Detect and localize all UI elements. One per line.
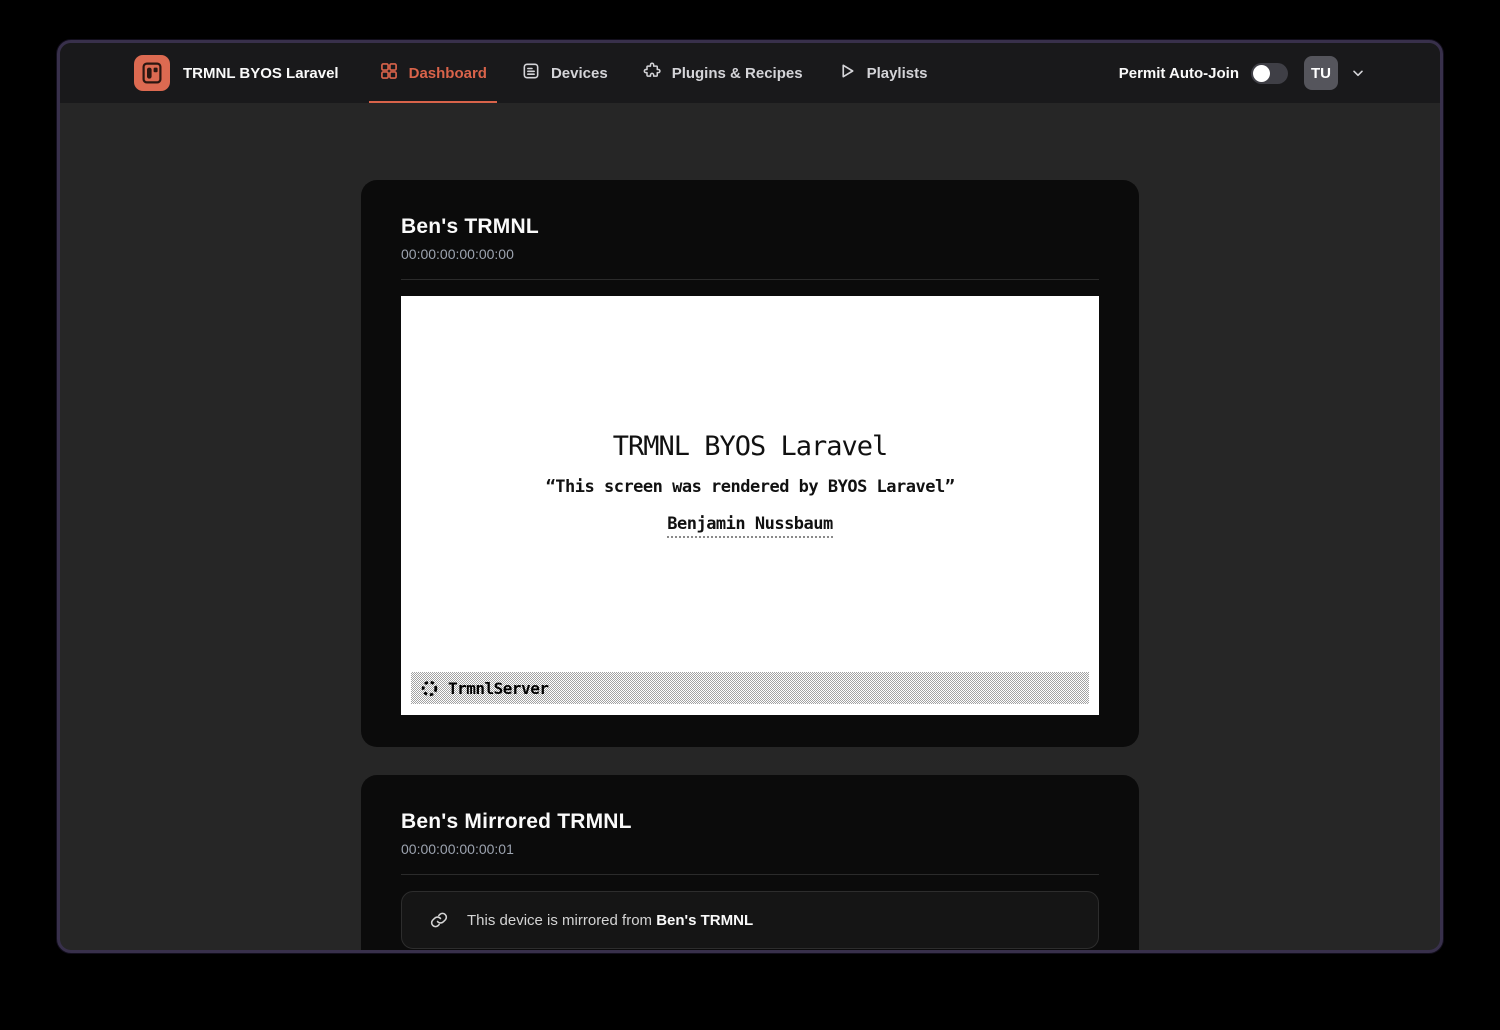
play-icon: [837, 61, 857, 85]
device-card-mirrored[interactable]: Ben's Mirrored TRMNL 00:00:00:00:00:01 T…: [361, 775, 1139, 953]
top-navbar: TRMNL BYOS Laravel Dashboard: [60, 43, 1440, 103]
device-mac-address: 00:00:00:00:00:00: [401, 246, 1099, 262]
permit-auto-join-toggle[interactable]: [1251, 63, 1288, 84]
brand-home-link[interactable]: TRMNL BYOS Laravel: [134, 55, 339, 91]
brand-title: TRMNL BYOS Laravel: [183, 65, 339, 82]
toggle-knob: [1253, 65, 1270, 82]
card-divider: [401, 279, 1099, 280]
chevron-down-icon[interactable]: [1350, 65, 1366, 81]
device-card[interactable]: Ben's TRMNL 00:00:00:00:00:00 TRMNL BYOS…: [361, 180, 1139, 747]
tab-plugins-recipes[interactable]: Plugins & Recipes: [632, 43, 813, 103]
navbar-right: Permit Auto-Join TU: [1119, 56, 1366, 90]
navbar-inner: TRMNL BYOS Laravel Dashboard: [110, 43, 1390, 103]
trmnl-logo-icon: [134, 55, 170, 91]
screen-author: Benjamin Nussbaum: [667, 514, 833, 538]
spinner-icon: [420, 679, 439, 698]
screen-content: TRMNL BYOS Laravel “This screen was rend…: [401, 296, 1099, 672]
tab-plugins-recipes-label: Plugins & Recipes: [672, 65, 803, 82]
mirror-note-box: This device is mirrored from Ben's TRMNL: [401, 891, 1099, 949]
tab-devices-label: Devices: [551, 65, 608, 82]
screen-status-bar: TrmnlServer: [411, 672, 1089, 704]
tab-playlists-label: Playlists: [867, 65, 928, 82]
devices-icon: [521, 61, 541, 85]
device-name: Ben's Mirrored TRMNL: [401, 810, 1099, 834]
tab-playlists[interactable]: Playlists: [827, 43, 938, 103]
screen-quote: “This screen was rendered by BYOS Larave…: [546, 477, 955, 497]
device-screen-preview: TRMNL BYOS Laravel “This screen was rend…: [401, 296, 1099, 715]
dashboard-content: Ben's TRMNL 00:00:00:00:00:00 TRMNL BYOS…: [60, 180, 1440, 953]
link-icon: [428, 909, 450, 931]
tab-devices[interactable]: Devices: [511, 43, 618, 103]
app-window: TRMNL BYOS Laravel Dashboard: [57, 40, 1443, 953]
user-avatar[interactable]: TU: [1304, 56, 1338, 90]
puzzle-icon: [642, 61, 662, 85]
grid-icon: [379, 61, 399, 85]
device-name: Ben's TRMNL: [401, 215, 1099, 239]
tab-dashboard-label: Dashboard: [409, 65, 487, 82]
screen-title: TRMNL BYOS Laravel: [613, 431, 888, 462]
permit-auto-join-label: Permit Auto-Join: [1119, 65, 1239, 82]
status-bar-label: TrmnlServer: [448, 679, 548, 698]
primary-nav: Dashboard Devices: [369, 43, 938, 103]
card-divider: [401, 874, 1099, 875]
device-mac-address: 00:00:00:00:00:01: [401, 841, 1099, 857]
mirror-note-text: This device is mirrored from Ben's TRMNL: [467, 912, 753, 929]
tab-dashboard[interactable]: Dashboard: [369, 43, 497, 103]
mirror-source-name: Ben's TRMNL: [656, 912, 753, 929]
